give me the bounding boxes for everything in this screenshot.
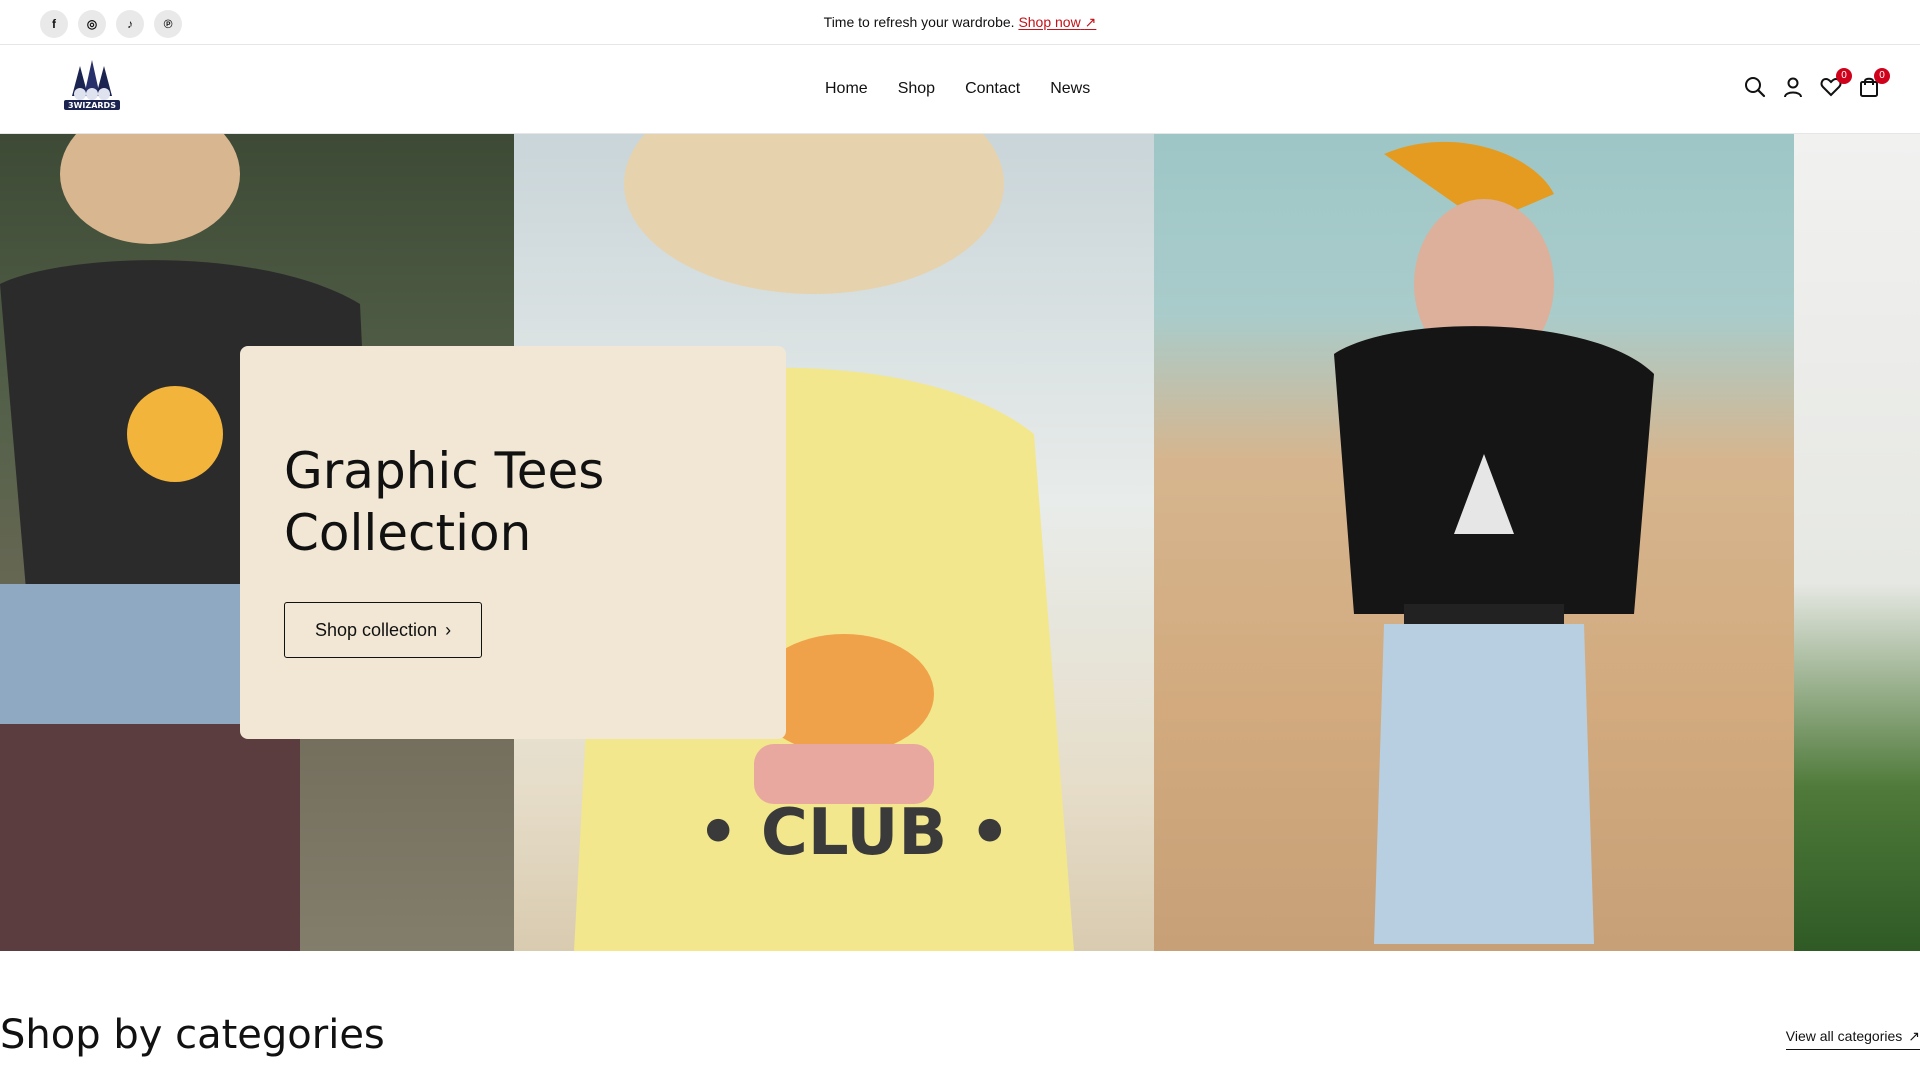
announcement-text: Time to refresh your wardrobe. bbox=[823, 14, 1015, 30]
arrow-up-right-icon: ↗ bbox=[1908, 1028, 1920, 1044]
main-nav: Home Shop Contact News bbox=[825, 80, 1090, 98]
search-icon[interactable] bbox=[1744, 76, 1766, 98]
site-header: 3WIZARDS Home Shop Contact News 0 0 bbox=[0, 46, 1920, 134]
brand-logo[interactable]: 3WIZARDS bbox=[60, 58, 124, 118]
wishlist-count-badge: 0 bbox=[1836, 68, 1852, 84]
shop-collection-label: Shop collection bbox=[315, 619, 438, 640]
svg-text:3WIZARDS: 3WIZARDS bbox=[68, 101, 116, 110]
hero-banner: • CLUB • Graphic Tees Collection Shop co… bbox=[0, 134, 1920, 951]
hero-image-next-slide bbox=[1794, 134, 1920, 951]
hero-image-skull-tee bbox=[1154, 134, 1794, 951]
announcement-message: Time to refresh your wardrobe. Shop now … bbox=[0, 14, 1920, 31]
announcement-bar: f ◎ ♪ ℗ Time to refresh your wardrobe. S… bbox=[0, 0, 1920, 45]
nav-home[interactable]: Home bbox=[825, 80, 868, 98]
nav-news[interactable]: News bbox=[1050, 80, 1090, 98]
hero-title: Graphic Tees Collection bbox=[284, 442, 605, 562]
nav-contact[interactable]: Contact bbox=[965, 80, 1020, 98]
chevron-right-icon: › bbox=[445, 619, 452, 640]
shop-collection-button[interactable]: Shop collection › bbox=[284, 602, 483, 658]
shop-now-label: Shop now bbox=[1018, 14, 1081, 30]
wishlist-icon[interactable]: 0 bbox=[1820, 68, 1852, 98]
shop-now-link[interactable]: Shop now ↗ bbox=[1018, 14, 1096, 30]
nav-shop[interactable]: Shop bbox=[898, 80, 935, 98]
view-all-categories-link[interactable]: View all categories ↗ bbox=[1785, 1028, 1920, 1050]
hero-promo-card: Graphic Tees Collection Shop collection … bbox=[240, 346, 786, 739]
svg-text:• CLUB •: • CLUB • bbox=[698, 796, 1011, 870]
categories-heading: Shop by categories bbox=[0, 1012, 385, 1058]
header-actions: 0 0 bbox=[1744, 68, 1890, 98]
arrow-up-right-icon: ↗ bbox=[1084, 14, 1097, 30]
cart-count-badge: 0 bbox=[1874, 68, 1890, 84]
cart-icon[interactable]: 0 bbox=[1858, 68, 1890, 98]
account-icon[interactable] bbox=[1782, 76, 1804, 98]
view-all-categories-label: View all categories bbox=[1785, 1028, 1903, 1044]
